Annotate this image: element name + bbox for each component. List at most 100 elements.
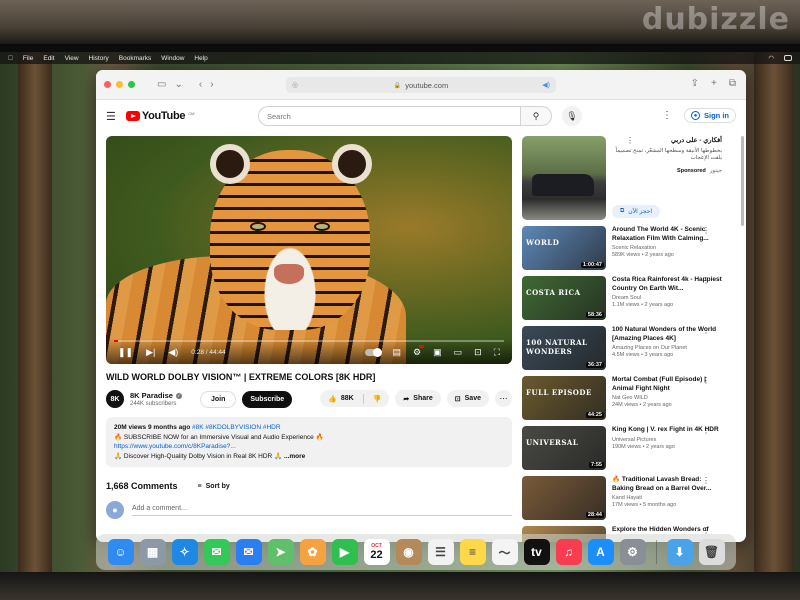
launchpad-icon[interactable]: ▦: [139, 539, 166, 565]
cast-icon[interactable]: ⊡: [474, 347, 482, 358]
safari-icon[interactable]: ✧: [171, 539, 198, 565]
hamburger-menu-icon[interactable]: ☰: [106, 110, 116, 123]
menu-file[interactable]: File: [23, 55, 33, 62]
recommendation-kebab-icon[interactable]: ⋮: [702, 326, 710, 335]
recommendation-kebab-icon[interactable]: ⋮: [702, 426, 710, 435]
join-button[interactable]: Join: [199, 390, 237, 408]
page-scrollbar[interactable]: [741, 136, 744, 226]
recommendation-channel[interactable]: Scenic Relaxation: [612, 245, 722, 251]
sort-by-button[interactable]: ≡ Sort by: [198, 483, 230, 490]
chevron-down-icon[interactable]: ⌄: [174, 79, 182, 90]
calendar-icon[interactable]: OCT 22: [363, 539, 390, 565]
settings-kebab-icon[interactable]: ⋮: [662, 110, 672, 121]
recommendation-channel[interactable]: Nat Geo WILD: [612, 395, 722, 401]
thumbs-up-icon[interactable]: 👍: [328, 395, 337, 403]
more-actions-icon[interactable]: ⋯: [495, 390, 512, 407]
share-icon[interactable]: ⇪: [691, 78, 699, 89]
recommendation-item[interactable]: FULL EPISODE 44:25 Mortal Combat (Full Epi…: [522, 376, 722, 420]
share-button[interactable]: ➦ Share: [395, 390, 441, 407]
app-store-icon[interactable]: A: [587, 539, 614, 565]
forward-arrow-icon[interactable]: ›: [210, 79, 213, 90]
maps-icon[interactable]: ➤: [267, 539, 294, 565]
menu-history[interactable]: History: [89, 55, 109, 62]
next-icon[interactable]: ▶|: [146, 347, 155, 358]
minimize-window-button[interactable]: [116, 81, 123, 88]
messages-icon[interactable]: ✉: [203, 539, 230, 565]
subscribe-button[interactable]: Subscribe: [242, 390, 293, 408]
maximize-window-button[interactable]: [128, 81, 135, 88]
mail-icon[interactable]: ✉: [235, 539, 262, 565]
fullscreen-icon[interactable]: ⛶: [494, 347, 500, 358]
ad-thumbnail[interactable]: [522, 136, 606, 220]
channel-name-row[interactable]: 8K Paradise ✓: [130, 391, 182, 400]
description-link[interactable]: https://www.youtube.com/c/8KParadise?...: [114, 443, 236, 450]
thumbs-down-icon[interactable]: 👎: [373, 395, 382, 403]
recommendation-channel[interactable]: Universal Pictures: [612, 437, 722, 443]
recommendation-channel[interactable]: Kand Hayati: [612, 495, 722, 501]
sign-in-button[interactable]: ● Sign in: [684, 108, 736, 123]
menu-bookmarks[interactable]: Bookmarks: [119, 55, 152, 62]
apple-menu-icon[interactable]: : [8, 55, 13, 62]
theater-mode-icon[interactable]: ▭: [454, 347, 463, 358]
recommendation-channel[interactable]: Amazing Places on Our Planet: [612, 345, 722, 351]
subtitles-icon[interactable]: ▤: [393, 347, 402, 358]
new-tab-icon[interactable]: +: [711, 78, 717, 89]
miniplayer-icon[interactable]: ▣: [433, 347, 442, 358]
recommendation-kebab-icon[interactable]: ⋮: [702, 226, 710, 235]
close-window-button[interactable]: [104, 81, 111, 88]
reminders-icon[interactable]: ☰: [427, 539, 454, 565]
recommendation-thumbnail[interactable]: COSTA RICA 58:36: [522, 276, 606, 320]
channel-avatar[interactable]: 8K: [106, 390, 124, 408]
voice-search-button[interactable]: 🎙: [562, 106, 582, 126]
tab-overview-icon[interactable]: ⧉: [729, 78, 736, 89]
sidebar-toggle-icon[interactable]: ▭: [157, 79, 166, 90]
search-input[interactable]: [258, 106, 520, 126]
downloads-folder-icon[interactable]: ⬇: [666, 539, 693, 565]
like-count[interactable]: 88K: [341, 395, 354, 402]
address-bar[interactable]: ◎ 🔒 youtube.com ◀): [286, 77, 556, 93]
photos-icon[interactable]: ✿: [299, 539, 326, 565]
back-arrow-icon[interactable]: ‹: [199, 79, 202, 90]
wifi-icon[interactable]: ◠: [768, 54, 774, 62]
audio-playing-icon[interactable]: ◀): [542, 81, 550, 89]
youtube-logo[interactable]: YouTube CM: [125, 110, 194, 122]
apple-tv-icon[interactable]: tv: [523, 539, 550, 565]
recommendation-thumbnail[interactable]: 28:44: [522, 476, 606, 520]
autoplay-toggle[interactable]: [364, 348, 382, 357]
ad-cta-button[interactable]: ⧉ احجز الآن: [612, 205, 661, 218]
hashtags[interactable]: #8K #8KDOLBYVISION #HDR: [192, 424, 281, 431]
ad-kebab-icon[interactable]: ⋮: [626, 136, 634, 145]
battery-icon[interactable]: [784, 55, 792, 61]
menu-view[interactable]: View: [65, 55, 79, 62]
recommendation-channel[interactable]: Dream Soul: [612, 295, 722, 301]
volume-icon[interactable]: ◀): [168, 347, 178, 358]
recommendation-thumbnail[interactable]: UNIVERSAL 7:55: [522, 426, 606, 470]
menu-window[interactable]: Window: [161, 55, 184, 62]
recommendation-item[interactable]: 28:44 🔥 Traditional Lavash Bread: Baking …: [522, 476, 722, 520]
facetime-icon[interactable]: ▶: [331, 539, 358, 565]
recommendation-item[interactable]: COSTA RICA 58:36 Costa Rica Rainforest 4k …: [522, 276, 722, 320]
recommendation-item[interactable]: UNIVERSAL 7:55 King Kong | V. rex Fight in…: [522, 426, 722, 470]
recommendation-thumbnail[interactable]: WORLD 1:00:47: [522, 226, 606, 270]
finder-icon[interactable]: ☺: [107, 539, 134, 565]
trash-icon[interactable]: 🗑: [698, 539, 725, 565]
show-more-link[interactable]: ...more: [284, 453, 305, 460]
recommendation-thumbnail[interactable]: 100 NATURAL WONDERS 36:37: [522, 326, 606, 370]
settings-gear-icon[interactable]: ⚙: [413, 345, 425, 358]
contacts-icon[interactable]: ◉: [395, 539, 422, 565]
search-button[interactable]: ⚲: [520, 106, 552, 126]
menu-edit[interactable]: Edit: [43, 55, 54, 62]
progress-bar[interactable]: [114, 340, 504, 342]
video-description[interactable]: 20M views 9 months ago #8K #8KDOLBYVISIO…: [106, 417, 512, 467]
notes-icon[interactable]: ≡: [459, 539, 486, 565]
recommendation-kebab-icon[interactable]: ⋮: [702, 276, 710, 285]
recommendation-kebab-icon[interactable]: ⋮: [702, 476, 710, 485]
freeform-icon[interactable]: 〜: [491, 539, 518, 565]
recommendation-item[interactable]: WORLD 1:00:47 Around The World 4K - Scenic…: [522, 226, 722, 270]
video-player[interactable]: ❚❚ ▶| ◀) 0:28 / 44:44 ▤ ⚙ ▣ ▭ ⊡ ⛶: [106, 136, 512, 364]
sponsored-ad-card[interactable]: أفكاري - على دربي بخطوطها الأنيقة وسطحها…: [522, 136, 722, 220]
system-settings-icon[interactable]: ⚙: [619, 539, 646, 565]
add-comment-input[interactable]: Add a comment...: [132, 505, 512, 516]
recommendation-item[interactable]: 100 NATURAL WONDERS 36:37 100 Natural Wond…: [522, 326, 722, 370]
menu-help[interactable]: Help: [194, 55, 207, 62]
